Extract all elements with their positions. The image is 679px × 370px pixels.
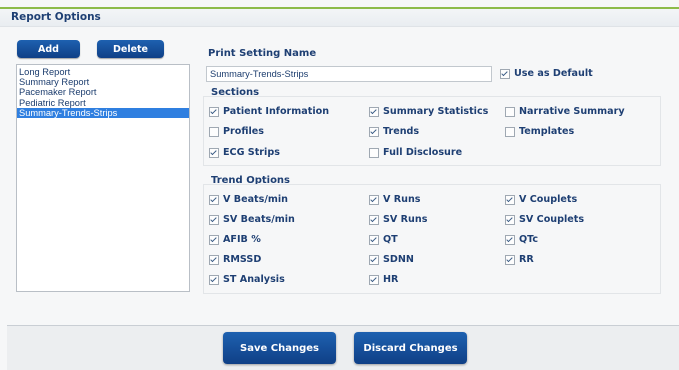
checkbox-label: Patient Information — [223, 106, 330, 117]
checkbox-label: RMSSD — [223, 254, 262, 265]
checkbox-label: QT — [383, 234, 398, 245]
checkbox-label: QTc — [519, 234, 539, 245]
section-patient-information-checkbox[interactable]: Patient Information — [209, 106, 329, 117]
use-as-default-label: Use as Default — [514, 68, 593, 79]
trend-st-analysis-checkbox[interactable]: ST Analysis — [209, 274, 285, 285]
section-templates-checkbox[interactable]: Templates — [505, 126, 574, 137]
checkbox-icon — [369, 214, 379, 225]
trend-qtc-checkbox[interactable]: QTc — [505, 234, 538, 245]
checkbox-label: V Beats/min — [223, 194, 288, 205]
delete-button[interactable]: Delete — [97, 40, 164, 58]
checkbox-icon — [369, 234, 379, 245]
report-list[interactable]: Long Report Summary Report Pacemaker Rep… — [16, 64, 190, 292]
checkbox-icon — [369, 106, 379, 117]
checkbox-label: SV Beats/min — [223, 214, 295, 225]
print-setting-name-label: Print Setting Name — [208, 48, 317, 59]
checkbox-icon — [209, 274, 219, 285]
use-as-default-checkbox[interactable]: Use as Default — [500, 68, 593, 79]
checkbox-label: V Couplets — [519, 194, 578, 205]
print-setting-name-input[interactable] — [206, 66, 492, 82]
trend-sv-couplets-checkbox[interactable]: SV Couplets — [505, 214, 584, 225]
checkbox-label: Narrative Summary — [519, 106, 625, 117]
checkbox-icon — [505, 254, 515, 265]
footer-bar — [7, 326, 679, 370]
checkbox-icon — [505, 194, 515, 205]
trend-sv-beats-checkbox[interactable]: SV Beats/min — [209, 214, 295, 225]
trend-hr-checkbox[interactable]: HR — [369, 274, 398, 285]
report-list-item[interactable]: Summary-Trends-Strips — [17, 107, 189, 118]
checkbox-icon — [505, 126, 515, 137]
report-list-item[interactable]: Pacemaker Report — [17, 87, 189, 97]
checkbox-label: SV Couplets — [519, 214, 585, 225]
section-profiles-checkbox[interactable]: Profiles — [209, 126, 264, 137]
checkbox-icon — [505, 106, 515, 117]
add-button[interactable]: Add — [17, 40, 80, 58]
section-narrative-summary-checkbox[interactable]: Narrative Summary — [505, 106, 625, 117]
checkbox-icon — [500, 68, 510, 79]
checkbox-icon — [209, 147, 219, 158]
checkbox-label: Full Disclosure — [383, 147, 463, 158]
checkbox-icon — [369, 274, 379, 285]
checkbox-label: RR — [519, 254, 534, 265]
checkbox-icon — [505, 234, 515, 245]
checkbox-label: ECG Strips — [223, 147, 280, 158]
trend-qt-checkbox[interactable]: QT — [369, 234, 398, 245]
checkbox-icon — [209, 254, 219, 265]
checkbox-label: Profiles — [223, 126, 264, 137]
checkbox-label: Trends — [383, 126, 420, 137]
trend-sv-runs-checkbox[interactable]: SV Runs — [369, 214, 427, 225]
checkbox-icon — [369, 126, 379, 137]
checkbox-label: Templates — [519, 126, 575, 137]
trend-v-beats-checkbox[interactable]: V Beats/min — [209, 194, 288, 205]
section-trends-checkbox[interactable]: Trends — [369, 126, 419, 137]
trend-v-runs-checkbox[interactable]: V Runs — [369, 194, 421, 205]
section-summary-statistics-checkbox[interactable]: Summary Statistics — [369, 106, 488, 117]
section-full-disclosure-checkbox[interactable]: Full Disclosure — [369, 147, 462, 158]
checkbox-icon — [369, 254, 379, 265]
trend-sdnn-checkbox[interactable]: SDNN — [369, 254, 414, 265]
discard-changes-button[interactable]: Discard Changes — [354, 332, 467, 364]
trend-afib-checkbox[interactable]: AFIB % — [209, 234, 261, 245]
checkbox-icon — [369, 194, 379, 205]
checkbox-label: HR — [383, 274, 399, 285]
section-ecg-strips-checkbox[interactable]: ECG Strips — [209, 147, 280, 158]
checkbox-label: ST Analysis — [223, 274, 285, 285]
checkbox-label: SDNN — [383, 254, 414, 265]
report-list-item[interactable]: Pediatric Report — [17, 98, 189, 108]
checkbox-label: V Runs — [383, 194, 421, 205]
checkbox-label: Summary Statistics — [383, 106, 489, 117]
save-changes-button[interactable]: Save Changes — [223, 332, 336, 364]
checkbox-icon — [209, 194, 219, 205]
checkbox-label: SV Runs — [383, 214, 428, 225]
trend-rr-checkbox[interactable]: RR — [505, 254, 534, 265]
page-title: Report Options — [11, 11, 101, 23]
report-list-item[interactable]: Long Report — [17, 67, 189, 77]
trend-rmssd-checkbox[interactable]: RMSSD — [209, 254, 261, 265]
checkbox-icon — [209, 126, 219, 137]
report-list-item[interactable]: Summary Report — [17, 77, 189, 87]
checkbox-label: AFIB % — [223, 234, 261, 245]
checkbox-icon — [209, 214, 219, 225]
checkbox-icon — [209, 106, 219, 117]
checkbox-icon — [209, 234, 219, 245]
report-options-header: Report Options — [0, 9, 679, 27]
checkbox-icon — [505, 214, 515, 225]
checkbox-icon — [369, 147, 379, 158]
trend-v-couplets-checkbox[interactable]: V Couplets — [505, 194, 577, 205]
